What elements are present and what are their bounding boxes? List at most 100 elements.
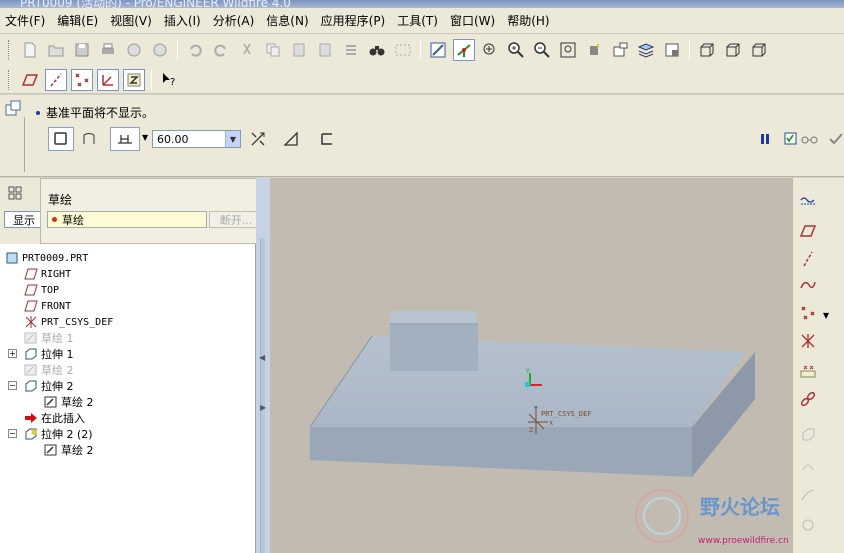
menu-window[interactable]: 窗口(W) [444, 12, 501, 29]
sketch-tool-button[interactable] [797, 190, 819, 212]
solid-extrude-button[interactable] [48, 127, 74, 151]
zoom-in-button[interactable] [505, 39, 527, 61]
tree-item-csys[interactable]: PRT_CSYS_DEF [24, 314, 113, 330]
annotation-display-button[interactable] [123, 68, 145, 91]
spin-center-button[interactable] [453, 39, 475, 61]
menu-insert[interactable]: 插入(I) [158, 12, 207, 29]
plane-tool-button[interactable] [797, 220, 819, 242]
depth-option-button[interactable] [110, 127, 140, 151]
tree-item-sketch2-copy[interactable]: 草绘 2 [44, 442, 94, 458]
boss-front-face[interactable] [390, 324, 478, 371]
tree-item-sketch2-hidden[interactable]: 草绘 2 [24, 362, 74, 378]
orient-mode-button[interactable] [479, 39, 501, 61]
csys-display-button[interactable] [97, 68, 119, 91]
unlink-button[interactable]: 断开... [209, 211, 263, 228]
boss-top-face[interactable] [390, 311, 478, 324]
menu-analysis[interactable]: 分析(A) [207, 12, 261, 29]
no-hidden-button[interactable] [748, 39, 770, 61]
menu-file[interactable]: 文件(F) [0, 12, 51, 29]
tree-item-part[interactable]: PRT0009.PRT [5, 250, 88, 266]
wireframe-button[interactable] [696, 39, 718, 61]
sketch-collector-field[interactable]: 草绘 [47, 211, 207, 228]
save-button[interactable] [71, 39, 93, 61]
hidden-line-button[interactable] [722, 39, 744, 61]
find-button[interactable] [366, 39, 388, 61]
menu-help[interactable]: 帮助(H) [501, 12, 555, 29]
toolbar-grip[interactable] [8, 69, 11, 90]
chain-tool-button[interactable] [797, 388, 819, 410]
panel-splitter[interactable]: ◀ ▶ [256, 178, 270, 553]
depth-option-dropdown-icon[interactable]: ▼ [142, 133, 148, 142]
tree-item-front[interactable]: FRONT [24, 298, 71, 314]
menu-tools[interactable]: 工具(T) [391, 12, 444, 29]
surface-extrude-button[interactable] [76, 127, 102, 151]
copy-button[interactable] [262, 39, 284, 61]
context-help-button[interactable]: ? [158, 69, 180, 91]
hole-tool-button[interactable] [797, 514, 819, 536]
apply-button[interactable] [823, 127, 844, 151]
tree-item-insert-here[interactable]: 在此插入 [24, 410, 85, 426]
analysis-tool-button[interactable] [797, 360, 819, 382]
reorient-button[interactable] [583, 39, 605, 61]
flip-direction-button[interactable] [245, 127, 271, 151]
layers-button[interactable] [635, 39, 657, 61]
dashboard-collapse-icon[interactable] [4, 99, 22, 117]
paste-special-button[interactable] [314, 39, 336, 61]
remove-material-button[interactable] [278, 127, 304, 151]
collapse-left-icon[interactable]: ◀ [259, 353, 265, 362]
print-button[interactable] [97, 39, 119, 61]
new-file-button[interactable] [19, 39, 41, 61]
axis-tool-button[interactable] [797, 248, 819, 270]
open-file-button[interactable] [45, 39, 67, 61]
refit-button[interactable] [557, 39, 579, 61]
selection-filter-button[interactable] [392, 39, 414, 61]
view-manager-button[interactable] [661, 39, 683, 61]
tree-item-sketch2[interactable]: 草绘 2 [44, 394, 94, 410]
datum-point-display-button[interactable] [71, 68, 93, 91]
regenerate-button[interactable] [340, 39, 362, 61]
collapse-toggle-icon[interactable]: − [8, 381, 17, 390]
pause-button[interactable] [752, 127, 778, 151]
revolve-tool-button[interactable] [797, 454, 819, 476]
base-front-face[interactable] [310, 427, 692, 477]
collapse-toggle-icon[interactable]: − [8, 429, 17, 438]
tree-item-sketch1[interactable]: 草绘 1 [24, 330, 74, 346]
curve-tool-button[interactable] [797, 274, 819, 296]
tree-item-extrude1[interactable]: 拉伸 1 [24, 346, 74, 362]
depth-value[interactable]: 60.00 [153, 133, 225, 146]
point-tool-dropdown-icon[interactable]: ▼ [823, 311, 829, 320]
expand-right-icon[interactable]: ▶ [260, 403, 266, 412]
verify-preview-button[interactable] [797, 127, 823, 151]
base-top-face[interactable] [310, 336, 746, 427]
redo-button[interactable] [210, 39, 232, 61]
sweep-tool-button[interactable] [797, 484, 819, 506]
tree-item-right[interactable]: RIGHT [24, 266, 71, 282]
point-tool-button[interactable] [797, 302, 819, 324]
paste-button[interactable] [288, 39, 310, 61]
datum-plane-display-button[interactable] [19, 69, 41, 91]
saved-views-button[interactable] [609, 39, 631, 61]
zoom-out-button[interactable] [531, 39, 553, 61]
tree-item-extrude2[interactable]: 拉伸 2 [24, 378, 74, 394]
csys-tool-button[interactable] [797, 330, 819, 352]
depth-dropdown-icon[interactable]: ▼ [225, 131, 240, 147]
show-button[interactable]: 显示 [4, 211, 44, 228]
tree-item-extrude2-copy[interactable]: 拉伸 2 (2) [24, 426, 93, 442]
extrude-tool-button[interactable] [797, 424, 819, 446]
menu-applications[interactable]: 应用程序(P) [315, 12, 392, 29]
repaint-button[interactable] [427, 39, 449, 61]
cut-button[interactable] [236, 39, 258, 61]
send-link-button[interactable] [149, 39, 171, 61]
datum-axis-display-button[interactable] [45, 68, 67, 91]
send-mail-button[interactable] [123, 39, 145, 61]
graphics-viewport[interactable]: Y PRT_CSYS_DEF Y X Z 野火论坛 www.proewildfi… [270, 178, 792, 553]
expand-toggle-icon[interactable]: + [8, 349, 17, 358]
menu-info[interactable]: 信息(N) [260, 12, 314, 29]
menu-edit[interactable]: 编辑(E) [51, 12, 104, 29]
undo-button[interactable] [184, 39, 206, 61]
model-tree-tab-icon[interactable] [8, 186, 22, 200]
model-view[interactable]: Y PRT_CSYS_DEF Y X Z 野火论坛 www.proewildfi… [270, 178, 792, 553]
splitter-bar[interactable] [260, 238, 265, 553]
depth-value-field[interactable]: 60.00 ▼ [152, 130, 241, 148]
tree-item-top[interactable]: TOP [24, 282, 59, 298]
